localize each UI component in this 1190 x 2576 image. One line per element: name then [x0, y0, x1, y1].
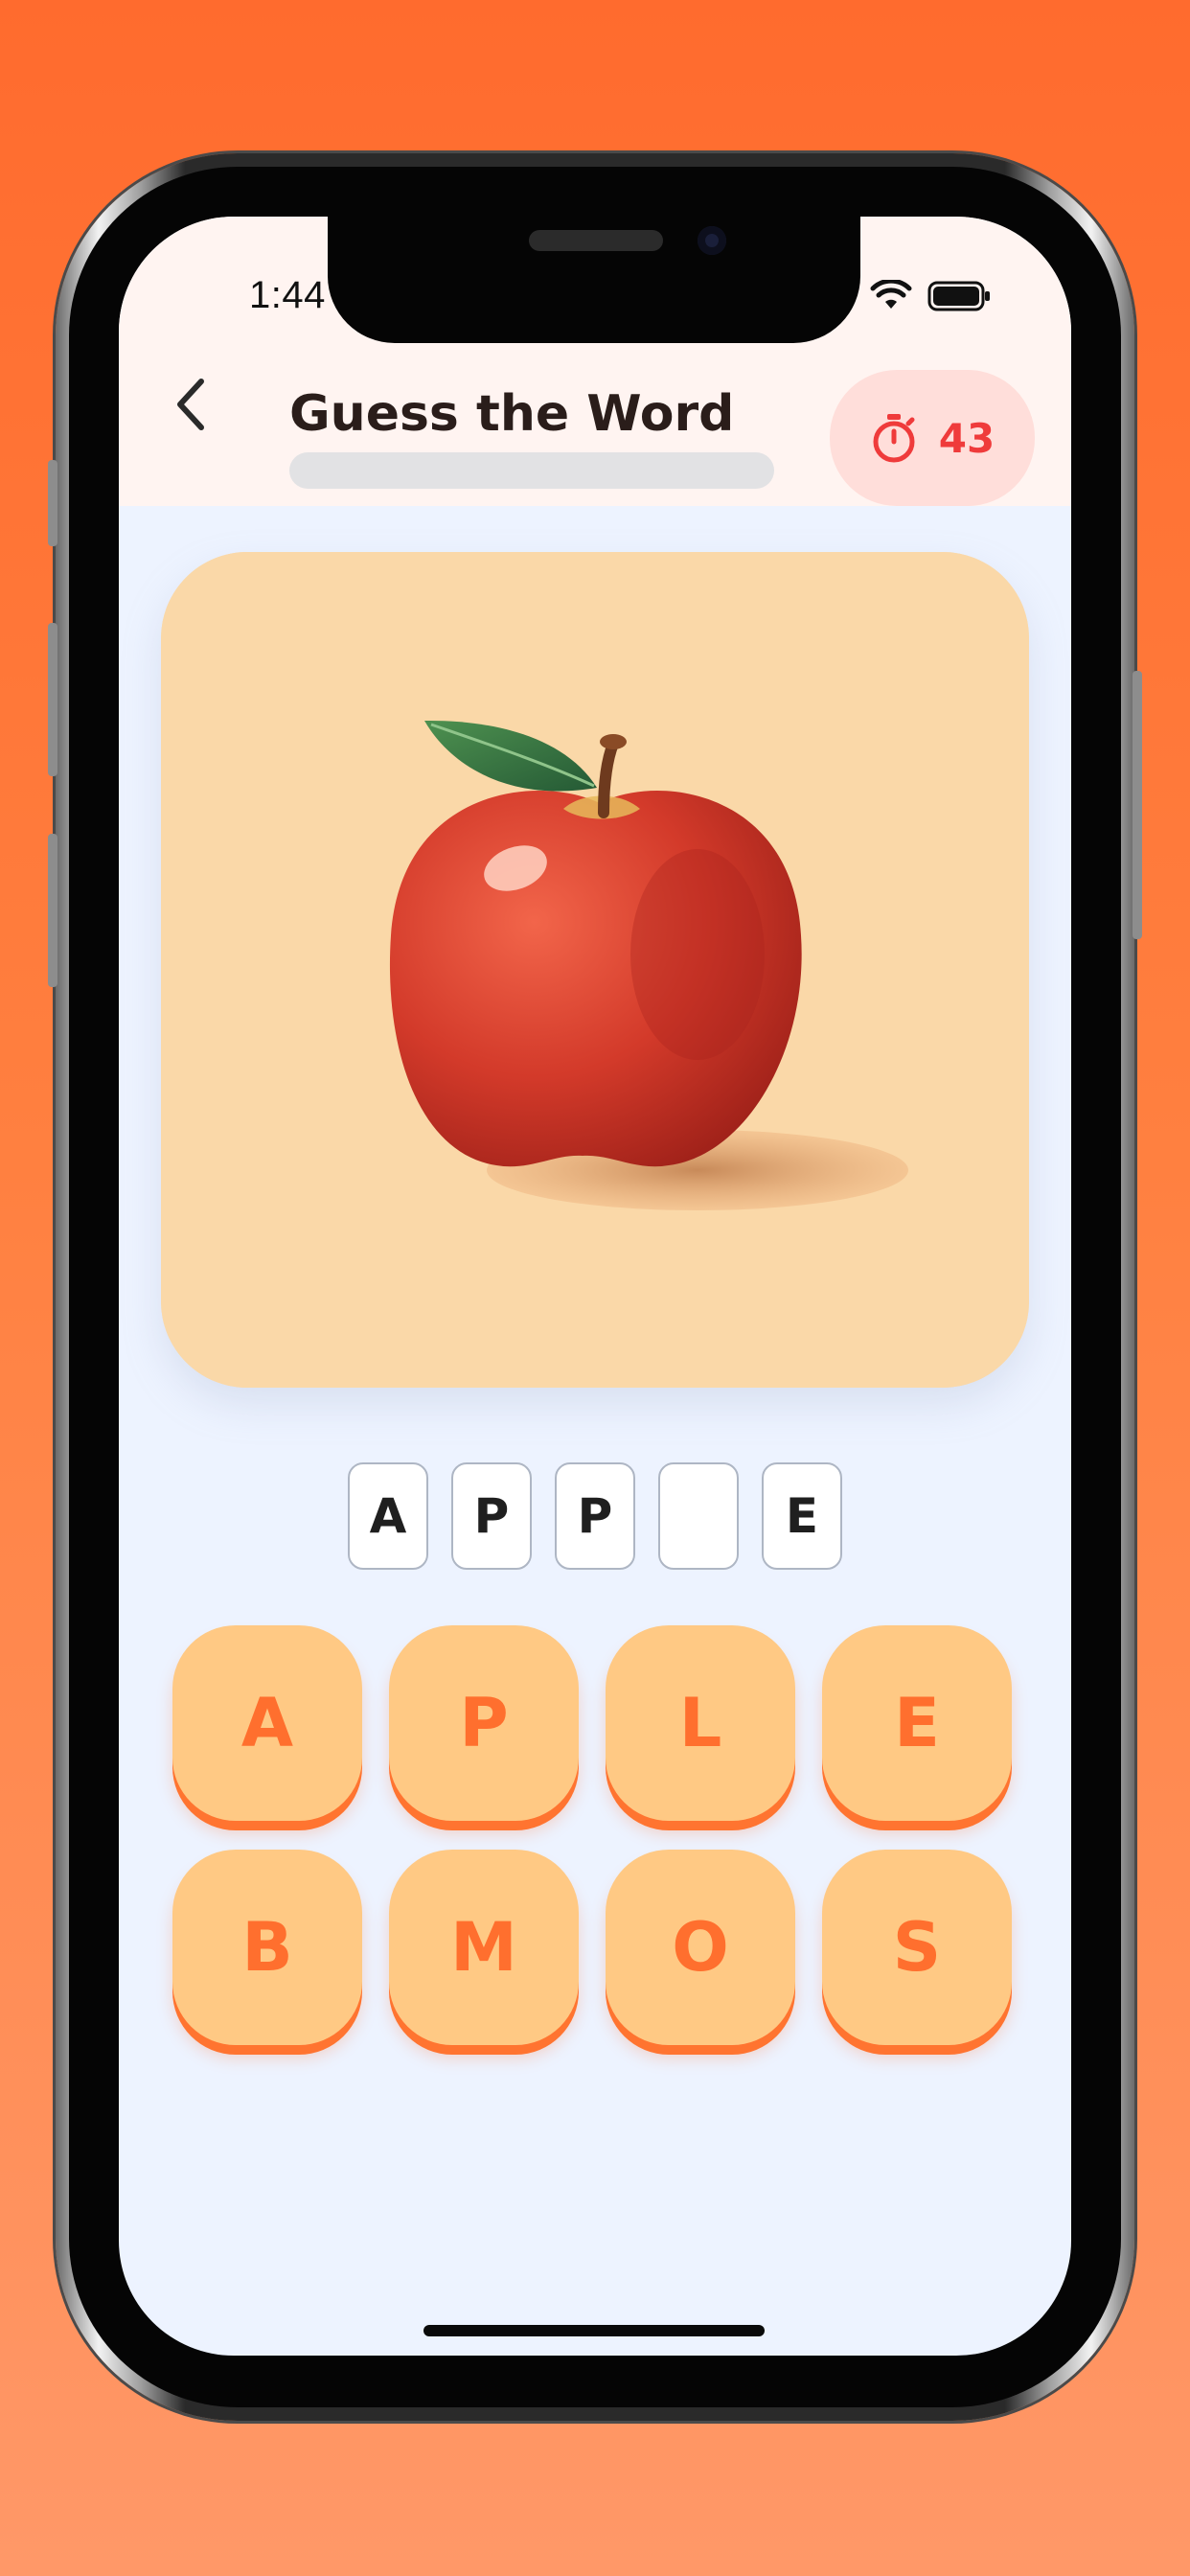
- chevron-left-icon: [177, 379, 204, 430]
- progress-bar: [289, 452, 774, 489]
- page-title: Guess the Word: [289, 385, 735, 443]
- status-time: 1:44: [249, 274, 326, 316]
- letter-tile-button[interactable]: S: [822, 1850, 1012, 2045]
- answer-slot[interactable]: A: [348, 1462, 428, 1570]
- timer-badge: 43: [830, 370, 1035, 506]
- side-button: [48, 460, 57, 546]
- answer-slots: A P P E: [119, 1462, 1071, 1570]
- letter-tile-button[interactable]: B: [172, 1850, 362, 2045]
- front-camera: [698, 226, 726, 255]
- stopwatch-icon: [873, 414, 915, 463]
- letter-tile-button[interactable]: E: [822, 1625, 1012, 1821]
- answer-slot[interactable]: P: [451, 1462, 532, 1570]
- letter-tile-button[interactable]: O: [606, 1850, 795, 2045]
- letter-tile-button[interactable]: L: [606, 1625, 795, 1821]
- app-screen: 1:44 Guess the Word 43 A P P E A P L E B…: [119, 217, 1071, 2356]
- speaker-grille: [529, 230, 663, 251]
- letter-tile-button[interactable]: A: [172, 1625, 362, 1821]
- letter-tile-button[interactable]: P: [389, 1625, 579, 1821]
- home-indicator[interactable]: [423, 2325, 765, 2336]
- timer-value: 43: [938, 414, 995, 462]
- battery-icon: [927, 281, 990, 311]
- side-button: [48, 834, 57, 987]
- side-button: [48, 623, 57, 776]
- letter-tiles-grid: A P L E B M O S: [172, 1625, 1018, 2045]
- back-button[interactable]: [157, 370, 226, 439]
- apple-image: [161, 552, 1029, 1388]
- side-button: [1133, 671, 1142, 939]
- answer-slot-empty[interactable]: [658, 1462, 739, 1570]
- answer-slot[interactable]: P: [555, 1462, 635, 1570]
- wifi-icon: [870, 280, 912, 309]
- letter-tile-button[interactable]: M: [389, 1850, 579, 2045]
- puzzle-image-card: [161, 552, 1029, 1388]
- answer-slot[interactable]: E: [762, 1462, 842, 1570]
